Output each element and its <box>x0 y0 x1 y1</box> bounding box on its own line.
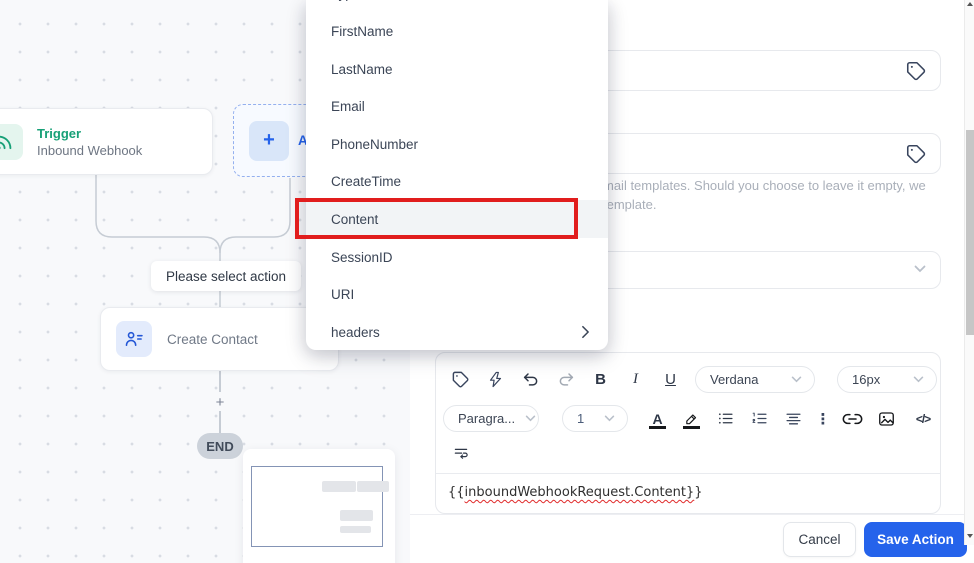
cancel-button[interactable]: Cancel <box>783 522 856 557</box>
image-icon[interactable] <box>876 408 897 430</box>
editor-content-area[interactable]: {{inboundWebhookRequest.Content}} <box>436 474 940 514</box>
dropdown-item-label: headers <box>331 324 380 340</box>
save-action-button-label: Save Action <box>877 532 954 547</box>
trigger-node-subtitle: Inbound Webhook <box>37 142 143 158</box>
wrap-text-icon[interactable] <box>450 441 471 463</box>
end-badge: END <box>197 433 243 459</box>
select-action-label: Please select action <box>166 268 287 284</box>
connector-plus-icon[interactable]: + <box>212 394 228 411</box>
template-token-close: } <box>694 485 703 500</box>
highlight-color-button[interactable] <box>681 408 702 430</box>
minimap-preview-card[interactable] <box>243 449 395 563</box>
trigger-node[interactable]: Trigger Inbound Webhook <box>0 108 213 175</box>
helper-text: mail templates. Should you choose to lea… <box>603 176 926 214</box>
text-color-button[interactable]: A <box>647 408 668 430</box>
dropdown-item-label: Type <box>331 0 360 1</box>
dropdown-item-createtime[interactable]: CreateTime <box>306 162 608 200</box>
underline-button[interactable]: U <box>660 369 681 391</box>
chevron-down-icon <box>903 376 924 383</box>
dropdown-item-headers[interactable]: headers <box>306 313 608 350</box>
dropdown-item-uri[interactable]: URI <box>306 275 608 313</box>
dropdown-item-firstname[interactable]: FirstName <box>306 12 608 50</box>
heading-level-select[interactable]: 1 <box>562 405 628 432</box>
helper-text-line1: mail templates. Should you choose to lea… <box>603 178 926 193</box>
chevron-down-icon <box>914 265 926 273</box>
dropdown-item-label: Email <box>331 98 365 114</box>
dropdown-item-label: SessionID <box>331 249 393 265</box>
scrollbar-up-arrow-icon[interactable] <box>967 2 973 6</box>
dropdown-item-sessionid[interactable]: SessionID <box>306 238 608 276</box>
cancel-button-label: Cancel <box>798 532 841 547</box>
code-view-icon[interactable]: </> <box>910 408 936 430</box>
dropdown-item-email[interactable]: Email <box>306 87 608 125</box>
align-center-icon[interactable] <box>783 408 804 430</box>
dropdown-item-lastname[interactable]: LastName <box>306 50 608 88</box>
dropdown-item-label: FirstName <box>331 23 394 39</box>
italic-button[interactable]: I <box>625 369 646 391</box>
editor-toolbar-row3 <box>436 432 940 463</box>
bold-button[interactable]: B <box>590 369 611 391</box>
minimap-bar <box>340 510 373 521</box>
footer-divider <box>410 514 974 515</box>
lightning-bolt-icon[interactable] <box>485 369 506 391</box>
highlight-color-bar <box>683 425 700 429</box>
chevron-down-icon <box>781 376 802 383</box>
bullet-list-icon[interactable] <box>715 408 736 430</box>
paragraph-style-value: Paragra... <box>458 411 516 426</box>
panel-scrollbar[interactable] <box>964 0 974 545</box>
dropdown-item-label: PhoneNumber <box>331 136 419 152</box>
create-contact-node[interactable]: Create Contact <box>100 307 339 371</box>
editor-toolbar-row2: Paragra... 1 A ⋮ </> <box>436 393 940 432</box>
chevron-right-icon <box>581 325 590 339</box>
create-contact-label: Create Contact <box>167 331 258 347</box>
dropdown-item-label: LastName <box>331 61 393 77</box>
font-size-value: 16px <box>852 372 881 387</box>
webhook-fields-dropdown: Type FirstName LastName Email PhoneNumbe… <box>306 0 608 350</box>
scrollbar-thumb[interactable] <box>966 130 974 335</box>
minimap-bar <box>322 481 356 492</box>
merge-tag-icon[interactable] <box>905 143 927 165</box>
minimap-bar <box>340 526 371 533</box>
select-action-placeholder-node[interactable]: Please select action <box>151 261 302 291</box>
dropdown-item-label: CreateTime <box>331 173 402 189</box>
workflow-builder-screen: Trigger Inbound Webhook + Add Please sel… <box>0 0 974 563</box>
chevron-down-icon <box>594 415 615 422</box>
text-color-bar <box>649 425 666 429</box>
paragraph-style-select[interactable]: Paragra... <box>443 405 539 432</box>
scrollbar-down-arrow-icon[interactable] <box>967 534 973 538</box>
text-color-label: A <box>652 410 663 427</box>
redo-icon[interactable] <box>555 369 576 391</box>
undo-icon[interactable] <box>520 369 541 391</box>
webhook-signal-icon <box>0 123 23 160</box>
end-badge-label: END <box>206 438 234 454</box>
dropdown-item-content[interactable]: Content <box>306 200 608 238</box>
font-family-value: Verdana <box>710 372 759 387</box>
trigger-node-title: Trigger <box>37 125 82 141</box>
helper-text-line2: template. <box>603 197 657 212</box>
numbered-list-icon[interactable] <box>749 408 770 430</box>
merge-tag-icon[interactable] <box>905 60 927 82</box>
dropdown-item-type[interactable]: Type <box>306 0 608 12</box>
font-size-select[interactable]: 16px <box>837 366 937 393</box>
chevron-down-icon <box>515 415 536 422</box>
dropdown-item-label: Content <box>331 211 379 227</box>
heading-level-value: 1 <box>577 411 585 426</box>
template-token-flagged: inboundWebhookRequest.Content} <box>464 485 695 500</box>
save-action-button[interactable]: Save Action <box>864 522 967 557</box>
more-options-icon[interactable]: ⋮ <box>816 408 831 430</box>
template-token-open: {{ <box>448 485 465 500</box>
font-family-select[interactable]: Verdana <box>695 366 815 393</box>
editor-toolbar-row1: B I U Verdana 16px <box>436 353 940 393</box>
contact-person-icon <box>116 321 152 357</box>
dropdown-item-label: URI <box>331 286 355 302</box>
dropdown-item-phonenumber[interactable]: PhoneNumber <box>306 125 608 163</box>
plus-icon: + <box>249 120 289 161</box>
merge-tag-icon[interactable] <box>450 369 471 391</box>
minimap-viewport-frame <box>251 466 383 547</box>
link-icon[interactable] <box>842 408 863 430</box>
rich-text-editor: B I U Verdana 16px Paragra... 1 A ⋮ </> … <box>435 352 941 514</box>
minimap-bar <box>357 481 389 492</box>
